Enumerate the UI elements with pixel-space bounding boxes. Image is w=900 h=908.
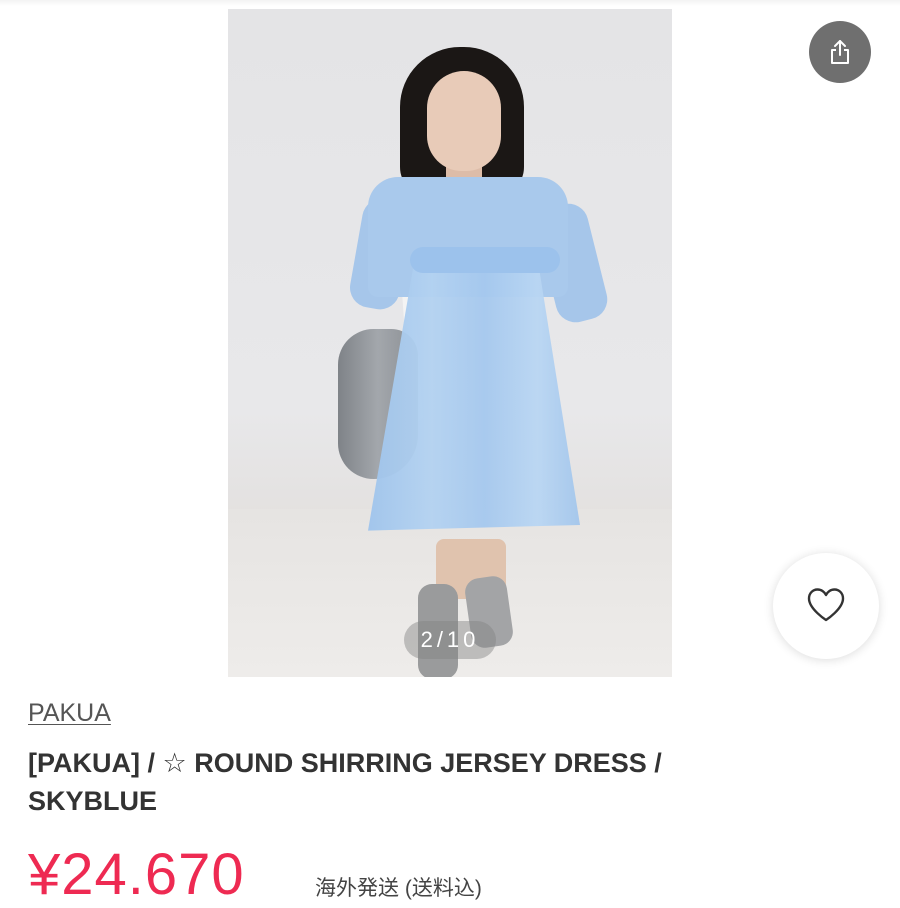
product-title-line-1: [PAKUA] / ☆ ROUND SHIRRING JERSEY DRESS … [28, 748, 662, 778]
dress-tulle-skirt [368, 259, 580, 531]
product-image[interactable] [228, 9, 672, 677]
product-title: [PAKUA] / ☆ ROUND SHIRRING JERSEY DRESS … [28, 744, 788, 820]
model-face [427, 71, 501, 171]
share-icon [831, 40, 849, 64]
top-divider [0, 0, 900, 6]
share-button[interactable] [809, 21, 871, 83]
favorite-button[interactable] [773, 553, 879, 659]
shipping-note: 海外発送 (送料込) [315, 877, 482, 900]
product-price: ¥24.670 [28, 842, 245, 907]
heart-icon [807, 588, 845, 622]
image-counter: 2/10 [404, 621, 496, 659]
brand-link[interactable]: PAKUA [28, 699, 111, 728]
dress-ruffle [410, 247, 560, 273]
product-title-line-2: SKYBLUE [28, 786, 158, 816]
